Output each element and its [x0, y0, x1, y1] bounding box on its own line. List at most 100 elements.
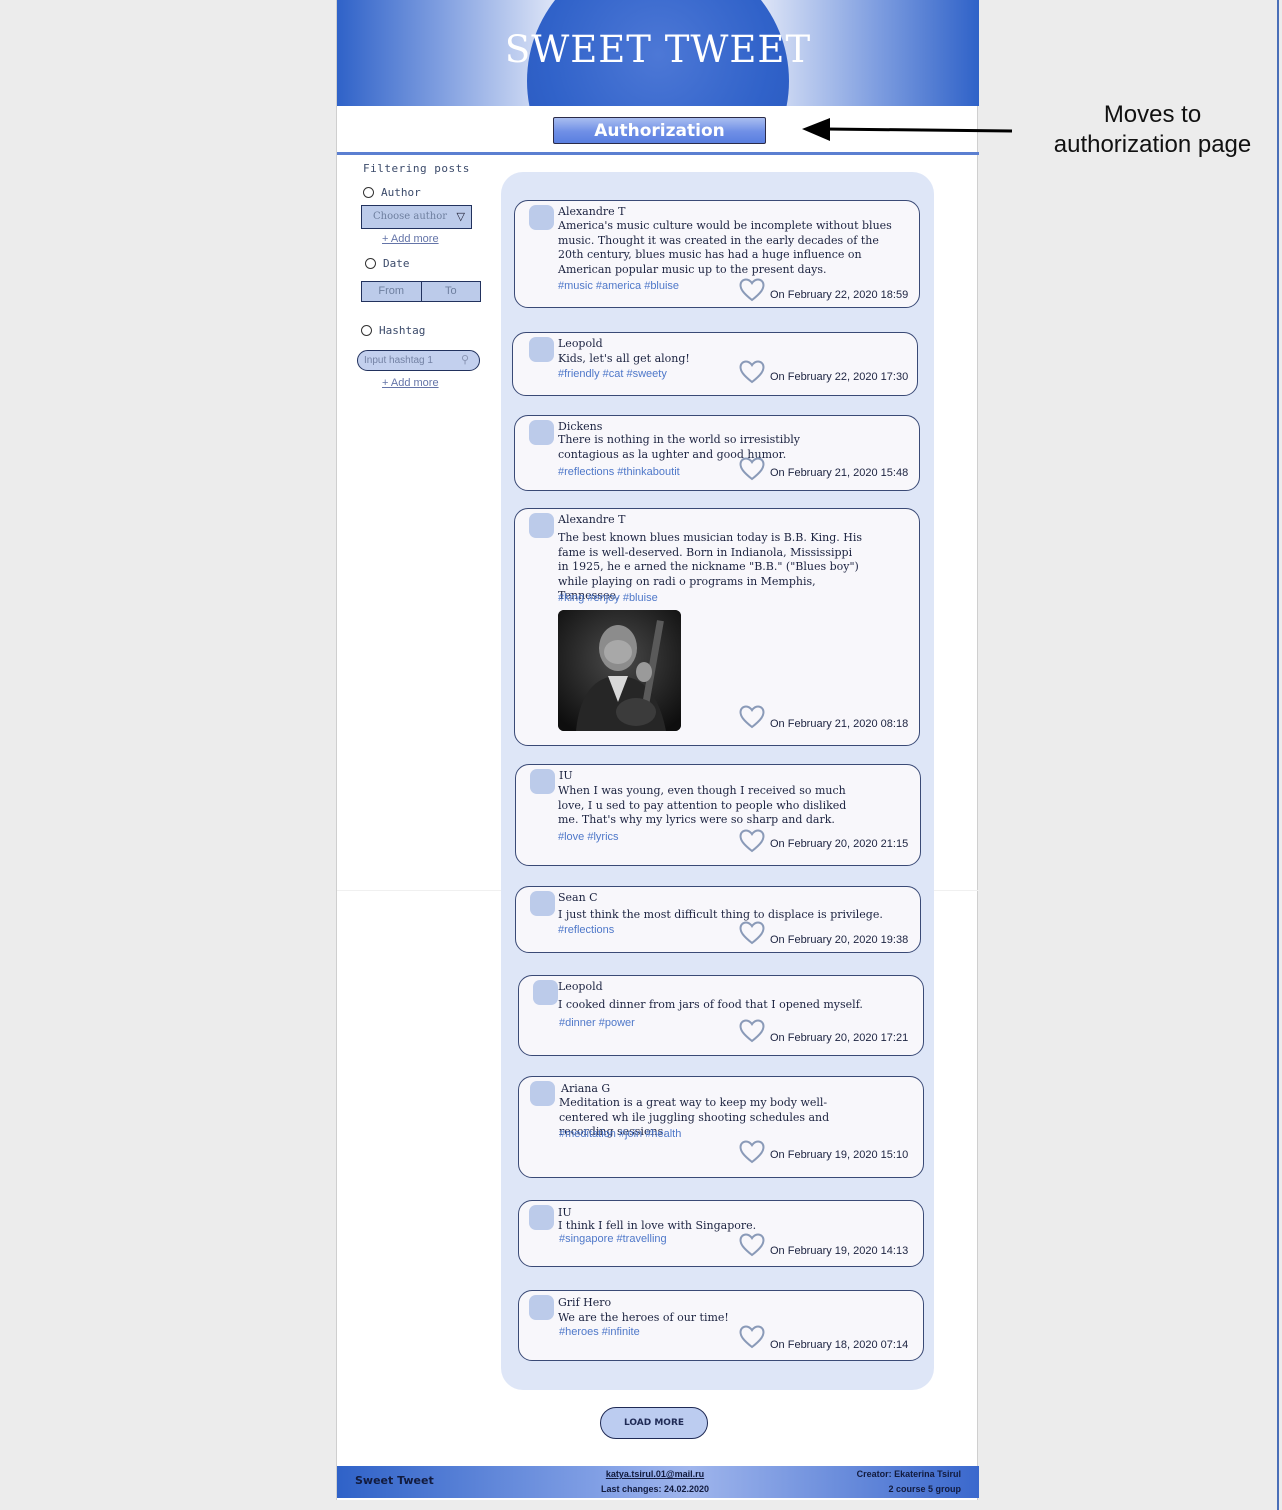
footer-brand: Sweet Tweet: [355, 1474, 434, 1487]
hashtag-input[interactable]: Input hashtag 1 ⚲: [357, 350, 480, 371]
post-tags[interactable]: #music #america #bluise: [558, 280, 679, 292]
post-tags[interactable]: #heroes #infinite: [559, 1326, 640, 1338]
date-radio[interactable]: [365, 258, 376, 269]
heart-icon[interactable]: [739, 1325, 765, 1349]
post-author[interactable]: Alexandre T: [558, 513, 625, 526]
avatar[interactable]: [529, 420, 554, 445]
post-card: Leopold Kids, let's all get along! #frie…: [512, 332, 918, 396]
add-more-author-link[interactable]: + Add more: [382, 233, 439, 245]
post-author[interactable]: Leopold: [558, 337, 603, 350]
hashtag-label: Hashtag: [379, 324, 426, 337]
post-text: I think I fell in love with Singapore.: [558, 1219, 757, 1232]
avatar[interactable]: [529, 337, 554, 362]
heart-icon[interactable]: [739, 1233, 765, 1257]
hashtag-filter-row[interactable]: Hashtag: [361, 324, 425, 337]
post-author[interactable]: Alexandre T: [558, 205, 625, 218]
avatar[interactable]: [530, 1081, 555, 1106]
post-author[interactable]: Leopold: [558, 980, 603, 993]
footer-creator: Creator: Ekaterina Tsirul: [856, 1469, 961, 1479]
footer-group: 2 course 5 group: [888, 1484, 961, 1494]
footer-email-link[interactable]: katya.tsirul.01@mail.ru: [575, 1467, 735, 1482]
post-card: IU I think I fell in love with Singapore…: [518, 1200, 924, 1267]
post-date: On February 22, 2020 17:30: [770, 371, 909, 383]
date-to-input[interactable]: To: [422, 282, 481, 301]
post-author[interactable]: Ariana G: [561, 1082, 610, 1095]
post-author[interactable]: Dickens: [558, 420, 602, 433]
post-text: America's music culture would be incompl…: [558, 219, 892, 276]
author-select[interactable]: Choose author ▽: [361, 205, 472, 229]
header-divider: [337, 152, 979, 155]
post-tags[interactable]: #love #lyrics: [558, 831, 619, 843]
post-photo[interactable]: [558, 610, 681, 731]
date-label: Date: [383, 257, 410, 270]
add-more-hashtag-link[interactable]: + Add more: [382, 377, 439, 389]
footer-credits: Creator: Ekaterina Tsirul 2 course 5 gro…: [857, 1467, 961, 1497]
post-card: Ariana G Meditation is a great way to ke…: [518, 1076, 924, 1178]
heart-icon[interactable]: [739, 1140, 765, 1164]
avatar[interactable]: [529, 205, 554, 230]
avatar[interactable]: [529, 1295, 554, 1320]
heart-icon[interactable]: [739, 829, 765, 853]
post-tags[interactable]: #meditation #join #health: [559, 1128, 681, 1140]
post-text: There is nothing in the world so irresis…: [558, 433, 800, 461]
post-card: Dickens There is nothing in the world so…: [514, 415, 920, 491]
post-tags[interactable]: #reflections: [558, 924, 614, 936]
post-text: When I was young, even though I received…: [558, 784, 847, 827]
date-from-input[interactable]: From: [362, 282, 422, 301]
post-date: On February 21, 2020 08:18: [770, 718, 909, 730]
post-card: Alexandre T America's music culture woul…: [514, 200, 920, 308]
dropdown-triangle-icon: ▽: [456, 210, 465, 223]
heart-icon[interactable]: [739, 278, 765, 302]
post-card: Sean C I just think the most difficult t…: [515, 886, 921, 953]
posts-feed: Alexandre T America's music culture woul…: [501, 172, 934, 1390]
heart-icon[interactable]: [739, 705, 765, 729]
post-tags[interactable]: #dinner #power: [559, 1017, 635, 1029]
footer-last-changes: Last changes: 24.02.2020: [600, 1484, 710, 1494]
avatar[interactable]: [530, 891, 555, 916]
post-tags[interactable]: #king #enjoy #bluise: [558, 592, 658, 604]
post-date: On February 19, 2020 14:13: [770, 1245, 909, 1257]
post-text: We are the heroes of our time!: [558, 1311, 729, 1324]
post-date: On February 22, 2020 18:59: [770, 289, 909, 301]
author-select-value: Choose author: [373, 211, 448, 222]
post-date: On February 20, 2020 21:15: [770, 838, 909, 850]
footer: Sweet Tweet katya.tsirul.01@mail.ru Last…: [337, 1466, 979, 1498]
author-radio[interactable]: [363, 187, 374, 198]
post-text: I cooked dinner from jars of food that I…: [558, 998, 863, 1011]
search-icon: ⚲: [460, 354, 469, 366]
post-author[interactable]: Sean C: [558, 891, 598, 904]
hashtag-radio[interactable]: [361, 325, 372, 336]
heart-icon[interactable]: [739, 360, 765, 384]
post-date: On February 18, 2020 07:14: [770, 1339, 909, 1351]
post-tags[interactable]: #reflections #thinkaboutit: [558, 466, 680, 478]
annotation-arrow-icon: [802, 118, 1013, 141]
header: SWEET TWEET: [337, 0, 979, 106]
post-card: IU When I was young, even though I recei…: [515, 764, 921, 866]
post-author[interactable]: IU: [559, 769, 573, 782]
page: SWEET TWEET Authorization Filtering post…: [336, 0, 979, 1500]
right-edge-line: [1277, 0, 1279, 1510]
post-tags[interactable]: #singapore #travelling: [559, 1233, 667, 1245]
load-more-button[interactable]: LOAD MORE: [600, 1407, 708, 1439]
post-author[interactable]: Grif Hero: [558, 1296, 611, 1309]
post-text: I just think the most difficult thing to…: [558, 908, 883, 921]
post-author[interactable]: IU: [558, 1206, 572, 1219]
post-text: Kids, let's all get along!: [558, 352, 690, 365]
heart-icon[interactable]: [739, 457, 765, 481]
footer-contact: katya.tsirul.01@mail.ru Last changes: 24…: [575, 1467, 735, 1497]
avatar[interactable]: [529, 513, 554, 538]
post-date: On February 19, 2020 15:10: [770, 1149, 909, 1161]
date-range: From To: [361, 281, 481, 302]
post-date: On February 20, 2020 17:21: [770, 1032, 909, 1044]
annotation-text: Moves to authorization page: [1053, 101, 1252, 158]
avatar[interactable]: [529, 1205, 554, 1230]
authorization-button[interactable]: Authorization: [553, 117, 766, 144]
avatar[interactable]: [533, 980, 558, 1005]
avatar[interactable]: [530, 769, 555, 794]
post-tags[interactable]: #friendly #cat #sweety: [558, 368, 667, 380]
date-filter-row[interactable]: Date: [365, 257, 410, 270]
author-filter-row[interactable]: Author: [363, 186, 421, 199]
post-card: Alexandre T The best known blues musicia…: [514, 508, 920, 746]
heart-icon[interactable]: [739, 1019, 765, 1043]
heart-icon[interactable]: [739, 921, 765, 945]
